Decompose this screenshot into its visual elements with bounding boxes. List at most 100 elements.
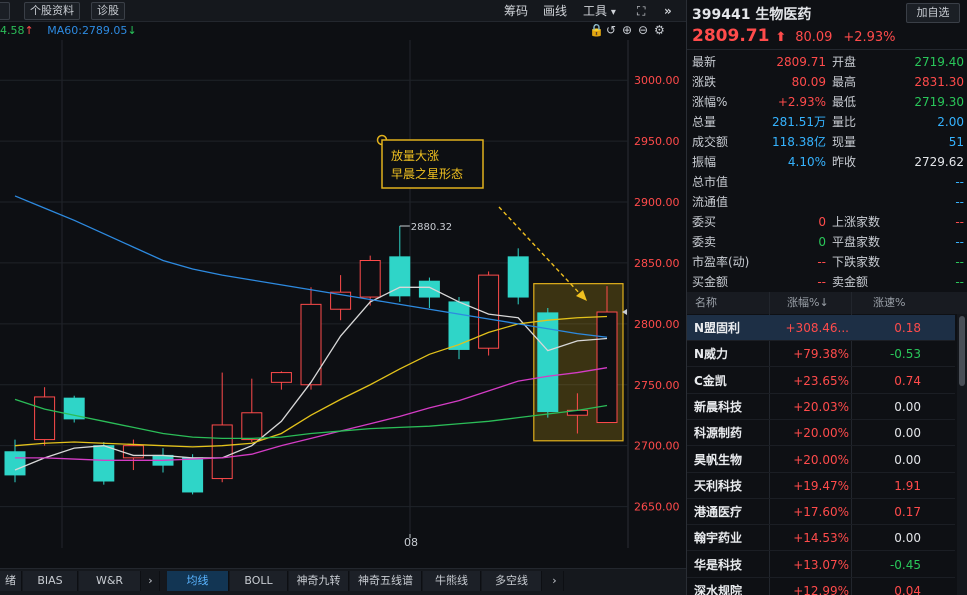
quote-label-2: 开盘 xyxy=(832,55,857,69)
zoom-in-icon[interactable]: ⊕ xyxy=(622,23,632,37)
quote-value-2: -- xyxy=(955,175,964,189)
ma-partial-value: 4.58 xyxy=(0,24,25,37)
stock-speed: 0.00 xyxy=(894,531,921,546)
up-arrow-icon: ⬆ xyxy=(775,30,787,45)
annotation-text-1: 放量大涨 xyxy=(391,148,439,163)
stock-list-row[interactable]: N威力 +79.38% -0.53 xyxy=(687,341,955,368)
stock-name: 港通医疗 xyxy=(694,505,743,520)
quote-value: -- xyxy=(817,275,826,289)
high-marker-label: 2880.32 xyxy=(411,222,452,233)
chart-toolbar: 个股资料 诊股 筹码 画线 工具 ▾ ⛶ » xyxy=(0,0,686,22)
stock-list-row[interactable]: N盟固利 +308.46... 0.18 xyxy=(687,315,955,341)
stock-list-row[interactable]: 翰宇药业 +14.53% 0.00 xyxy=(687,525,955,552)
quote-label-2: 上涨家数 xyxy=(832,215,881,229)
price-change-pct: +2.93% xyxy=(843,30,896,45)
tab-magic-five-lines[interactable]: 神奇五线谱 xyxy=(350,571,422,591)
stock-name: N盟固利 xyxy=(694,321,741,335)
stock-name: 新晨科技 xyxy=(694,399,743,414)
stock-speed: 0.00 xyxy=(894,399,921,414)
stock-speed: -0.45 xyxy=(889,557,921,572)
quote-value: 80.09 xyxy=(791,75,826,89)
candle-down[interactable] xyxy=(418,280,440,298)
stock-list-row[interactable]: 科源制药 +20.00% 0.00 xyxy=(687,420,955,447)
stock-speed: -0.53 xyxy=(889,347,921,362)
quote-row: 涨幅% +2.93% 最低 2719.30 xyxy=(687,92,967,112)
tabs-scroll-right-icon[interactable]: › xyxy=(142,571,160,591)
quote-label: 委卖 xyxy=(692,235,717,249)
stock-list-row[interactable]: 深水规院 +12.99% 0.04 xyxy=(687,578,955,595)
ma60-value: MA60:2789.05 xyxy=(47,24,128,37)
quote-value-2: -- xyxy=(955,275,964,289)
tab-long-short[interactable]: 多空线 xyxy=(482,571,542,591)
stock-list-row[interactable]: 昊帆生物 +20.00% 0.00 xyxy=(687,447,955,473)
quote-row: 涨跌 80.09 最高 2831.30 xyxy=(687,72,967,92)
stock-change-pct: +20.00% xyxy=(793,426,849,441)
diagnose-button[interactable]: 诊股 xyxy=(91,2,125,20)
price-value: 2809.71 xyxy=(692,26,770,46)
quote-value: -- xyxy=(817,255,826,269)
col-change-pct[interactable]: 涨幅%↓ xyxy=(787,292,829,314)
col-speed[interactable]: 涨速% xyxy=(873,292,905,314)
quote-value: 118.38亿 xyxy=(772,135,826,149)
candle-up[interactable] xyxy=(211,424,233,480)
collapse-panel-icon[interactable]: » xyxy=(664,3,672,19)
stock-info-button[interactable]: 个股资料 xyxy=(24,2,80,20)
add-watchlist-button[interactable]: 加自选 xyxy=(906,3,960,23)
app-root: 个股资料 诊股 筹码 画线 工具 ▾ ⛶ » 4.58↑ MA60:2789.0… xyxy=(0,0,967,595)
candle-up[interactable] xyxy=(241,412,263,441)
quote-row: 振幅 4.10% 昨收 2729.62 xyxy=(687,152,967,172)
quote-value-2: 2719.30 xyxy=(914,95,964,109)
tab-bias[interactable]: BIAS xyxy=(23,571,78,591)
quote-row: 总市值 -- xyxy=(687,172,967,192)
candle-down[interactable] xyxy=(507,256,529,298)
stock-name: 天利科技 xyxy=(694,478,743,493)
candle-down[interactable] xyxy=(389,256,411,297)
stock-speed: 0.00 xyxy=(894,452,921,467)
draw-line-button[interactable]: 画线 xyxy=(543,3,567,19)
quote-value-2: -- xyxy=(955,215,964,229)
tab-partial[interactable]: 绪 xyxy=(0,571,22,591)
list-scrollbar[interactable] xyxy=(957,314,967,595)
quote-panel: 399441 生物医药 加自选 2809.71 ⬆ 80.09 +2.93% 最… xyxy=(686,0,967,595)
stock-name: 深水规院 xyxy=(694,584,743,595)
quote-value-2: 2831.30 xyxy=(914,75,964,89)
col-name[interactable]: 名称 xyxy=(695,292,717,314)
stock-change-pct: +14.53% xyxy=(793,531,849,546)
stock-list-row[interactable]: C金凯 +23.65% 0.74 xyxy=(687,368,955,394)
tools-menu[interactable]: 工具 ▾ xyxy=(583,3,616,21)
candle-down[interactable] xyxy=(4,451,26,476)
candle-up[interactable] xyxy=(359,259,381,298)
candlestick-chart[interactable]: 3000.00 2950.00 2900.00 2850.00 2800.00 2750.… xyxy=(0,40,686,548)
zoom-out-icon[interactable]: ⊖ xyxy=(638,23,648,37)
candle-down[interactable] xyxy=(182,457,204,493)
tab-ma[interactable]: 均线 xyxy=(167,571,229,591)
tab-magic-nine[interactable]: 神奇九转 xyxy=(289,571,349,591)
candle-down[interactable] xyxy=(93,445,115,482)
tab-wr[interactable]: W&R xyxy=(79,571,141,591)
tab-boll[interactable]: BOLL xyxy=(230,571,288,591)
tab-bull-bear[interactable]: 牛熊线 xyxy=(423,571,481,591)
quote-label-2: 下跌家数 xyxy=(832,255,881,269)
tabs-scroll-right-icon-2[interactable]: › xyxy=(546,571,564,591)
stock-list-row[interactable]: 华是科技 +13.07% -0.45 xyxy=(687,552,955,578)
candle-up[interactable] xyxy=(300,303,322,386)
down-arrow-icon: ↓ xyxy=(127,24,137,37)
lock-icon[interactable]: 🔒 xyxy=(589,23,604,37)
chips-button[interactable]: 筹码 xyxy=(504,3,528,19)
stock-list-row[interactable]: 新晨科技 +20.03% 0.00 xyxy=(687,394,955,420)
fullscreen-icon[interactable]: ⛶ xyxy=(637,3,645,19)
stock-title: 399441 生物医药 xyxy=(692,7,812,23)
stock-change-pct: +20.03% xyxy=(793,399,849,414)
scrollbar-thumb[interactable] xyxy=(959,316,965,386)
reset-icon[interactable]: ↺ xyxy=(606,23,616,37)
quote-label-2: 昨收 xyxy=(832,155,857,169)
stock-list-row[interactable]: 天利科技 +19.47% 1.91 xyxy=(687,473,955,499)
hidden-left-button[interactable] xyxy=(0,2,10,20)
candle-up[interactable] xyxy=(270,372,292,383)
settings-gear-icon[interactable]: ⚙ xyxy=(654,23,665,37)
candle-up[interactable] xyxy=(34,396,56,441)
quote-label-2: 量比 xyxy=(832,115,857,129)
quote-label: 流通值 xyxy=(692,195,729,209)
x-tick-label: 08 xyxy=(404,536,418,548)
stock-list-row[interactable]: 港通医疗 +17.60% 0.17 xyxy=(687,499,955,526)
